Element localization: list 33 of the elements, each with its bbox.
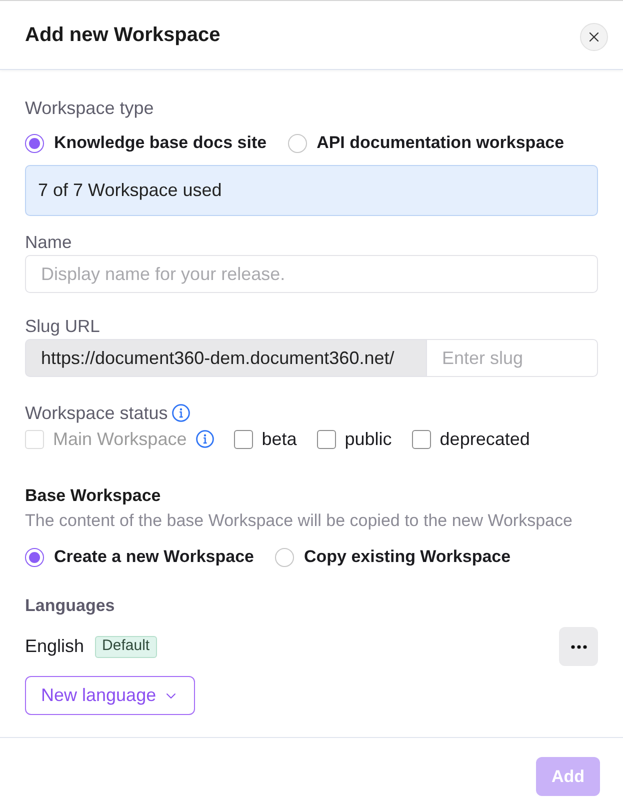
radio-button[interactable] xyxy=(275,548,294,566)
checkbox-label[interactable]: deprecated xyxy=(440,428,530,450)
radio-label[interactable]: Create a new Workspace xyxy=(54,546,254,568)
checkbox[interactable] xyxy=(316,430,336,448)
default-badge: Default xyxy=(95,636,157,658)
usage-notice: 7 of 7 Workspace used xyxy=(25,165,598,216)
field-label: Name xyxy=(25,231,73,253)
section-label: Languages xyxy=(25,595,116,617)
url-prefix: https://document360-dem.document360.net/ xyxy=(25,339,426,377)
radio-label[interactable]: API documentation workspace xyxy=(316,132,564,154)
field-label: Slug URL xyxy=(25,315,101,337)
checkbox-label[interactable]: beta xyxy=(262,428,297,450)
section-title: Base Workspace xyxy=(25,485,162,507)
info-icon[interactable] xyxy=(172,404,190,422)
checkbox-label[interactable]: public xyxy=(344,428,392,450)
radio-button[interactable] xyxy=(288,134,307,152)
section-description: The content of the base Workspace will be copied to the new Workspace xyxy=(25,511,574,531)
ellipsis-icon xyxy=(570,644,586,648)
checkbox[interactable] xyxy=(234,430,253,448)
more-button[interactable] xyxy=(559,627,598,666)
section-label: Workspace type xyxy=(25,97,155,119)
radio-label[interactable]: Knowledge base docs site xyxy=(54,132,267,154)
new-language-button[interactable]: New language xyxy=(25,676,196,715)
close-button[interactable] xyxy=(580,22,608,50)
dialog-title: Add new Workspace xyxy=(25,23,220,48)
language-name: English xyxy=(25,635,84,658)
checkbox[interactable] xyxy=(412,430,431,448)
name-input[interactable]: Display name for your release. xyxy=(25,255,598,293)
radio-button[interactable] xyxy=(25,134,44,152)
slug-input[interactable]: Enter slug xyxy=(426,339,598,377)
radio-button[interactable] xyxy=(25,548,44,566)
section-label: Workspace status xyxy=(25,402,168,424)
radio-label[interactable]: Copy existing Workspace xyxy=(304,546,511,568)
